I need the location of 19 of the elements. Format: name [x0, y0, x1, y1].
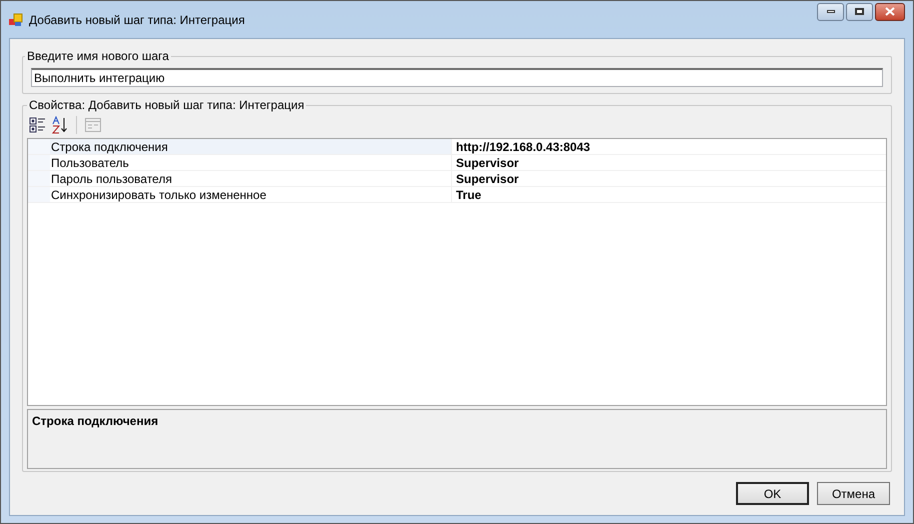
maximize-button[interactable]	[846, 2, 873, 20]
sort-icon[interactable]	[51, 116, 69, 134]
close-icon	[885, 7, 895, 16]
property-row[interactable]: Пользователь Supervisor	[28, 155, 886, 171]
property-value: http://192.168.0.43:8043	[452, 139, 886, 154]
app-icon	[9, 12, 23, 26]
dialog-button[interactable]: Отмена	[817, 482, 890, 505]
categorized-icon[interactable]	[29, 116, 47, 134]
minimize-button[interactable]	[817, 2, 844, 20]
property-row[interactable]: Пароль пользователя Supervisor	[28, 171, 886, 187]
close-button[interactable]	[875, 2, 905, 20]
property-row[interactable]: Строка подключения http://192.168.0.43:8043	[28, 139, 886, 155]
dialog-button[interactable]: OK	[736, 482, 809, 505]
properties-legend: Свойства: Добавить новый шаг типа: Интеграция	[27, 96, 306, 114]
description-title: Строка подключения	[32, 414, 158, 428]
step-name-field[interactable]: Выполнить интеграцию	[31, 68, 883, 87]
name-legend: Введите имя нового шага	[25, 47, 171, 65]
property-row[interactable]: Синхронизировать только измененное True	[28, 187, 886, 203]
window-title: Добавить новый шаг типа: Интеграция	[29, 12, 245, 28]
